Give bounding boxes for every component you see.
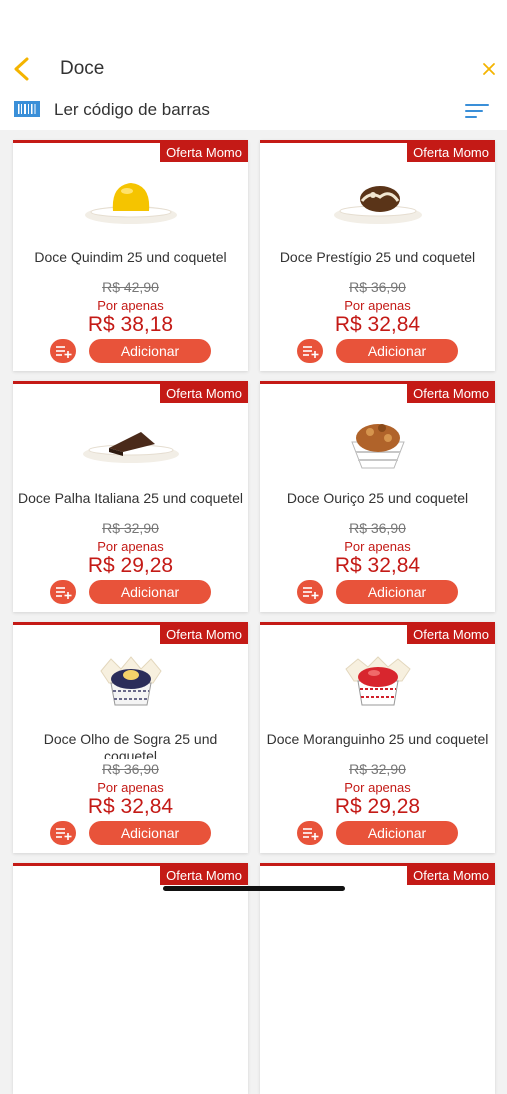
offer-badge: Oferta Momo <box>407 384 495 403</box>
product-price: R$ 32,84 <box>334 313 421 336</box>
add-button[interactable]: Adicionar <box>89 339 211 363</box>
add-to-list-button[interactable] <box>50 339 76 363</box>
offer-badge: Oferta Momo <box>160 625 248 644</box>
old-price: R$ 36,90 <box>349 279 406 295</box>
product-price: R$ 32,84 <box>87 795 174 818</box>
close-icon <box>483 63 495 75</box>
offer-badge: Oferta Momo <box>407 143 495 162</box>
product-card[interactable]: Oferta Momo <box>13 863 248 1094</box>
product-card[interactable]: Oferta Momo Doce Palha Italiana 25 und c… <box>13 381 248 612</box>
product-image <box>318 412 438 472</box>
product-price: R$ 32,84 <box>334 554 421 577</box>
product-name: Doce Ouriço 25 und coquetel <box>286 490 469 506</box>
add-button[interactable]: Adicionar <box>89 580 211 604</box>
promo-label: Por apenas <box>344 298 411 313</box>
old-price: R$ 32,90 <box>349 761 406 777</box>
product-price: R$ 29,28 <box>87 554 174 577</box>
add-to-list-button[interactable] <box>297 580 323 604</box>
old-price: R$ 42,90 <box>102 279 159 295</box>
barcode-scan-button[interactable]: Ler código de barras <box>14 96 254 124</box>
product-price: R$ 38,18 <box>87 313 174 336</box>
offer-badge: Oferta Momo <box>407 625 495 644</box>
promo-label: Por apenas <box>344 780 411 795</box>
chevron-left-icon <box>14 57 29 81</box>
playlist-add-icon <box>56 828 72 840</box>
product-card[interactable]: Oferta Momo <box>260 863 495 1094</box>
product-name: Doce Moranguinho 25 und coquetel <box>266 731 489 747</box>
product-image <box>318 171 438 231</box>
barcode-label: Ler código de barras <box>54 100 210 119</box>
offer-badge: Oferta Momo <box>160 143 248 162</box>
add-to-list-button[interactable] <box>297 821 323 845</box>
barcode-icon <box>14 101 40 117</box>
offer-badge: Oferta Momo <box>160 384 248 403</box>
clear-search-button[interactable] <box>477 57 501 81</box>
product-name: Doce Prestígio 25 und coquetel <box>279 249 476 265</box>
top-bar: Doce Ler código de barras <box>0 0 507 130</box>
product-name: Doce Palha Italiana 25 und coquetel <box>18 490 243 506</box>
product-image <box>71 653 191 713</box>
product-image <box>71 894 191 954</box>
product-card[interactable]: Oferta Momo Doce Moranguinho 25 und coqu… <box>260 622 495 853</box>
playlist-add-icon <box>303 587 319 599</box>
sort-icon <box>465 104 489 118</box>
add-button[interactable]: Adicionar <box>336 580 458 604</box>
product-card[interactable]: Oferta Momo Doce Quindim 25 und coquetel… <box>13 140 248 371</box>
promo-label: Por apenas <box>97 539 164 554</box>
playlist-add-icon <box>303 346 319 358</box>
product-name: Doce Quindim 25 und coquetel <box>34 249 227 265</box>
old-price: R$ 32,90 <box>102 520 159 536</box>
offer-badge: Oferta Momo <box>407 866 495 885</box>
home-indicator <box>163 886 345 891</box>
product-image <box>71 171 191 231</box>
product-image <box>71 412 191 472</box>
product-name: Doce Olho de Sogra 25 und coquetel <box>43 731 218 759</box>
add-to-list-button[interactable] <box>50 580 76 604</box>
product-card[interactable]: Oferta Momo Doce Prestígio 25 und coquet… <box>260 140 495 371</box>
add-button[interactable]: Adicionar <box>336 821 458 845</box>
add-to-list-button[interactable] <box>297 339 323 363</box>
add-to-list-button[interactable] <box>50 821 76 845</box>
product-card[interactable]: Oferta Momo Doce Olho de Sogra 25 und co… <box>13 622 248 853</box>
offer-badge: Oferta Momo <box>160 866 248 885</box>
product-price: R$ 29,28 <box>334 795 421 818</box>
product-card[interactable]: Oferta Momo Doce Ouriço 25 und coquetel … <box>260 381 495 612</box>
playlist-add-icon <box>303 828 319 840</box>
product-image <box>318 894 438 954</box>
add-button[interactable]: Adicionar <box>336 339 458 363</box>
sort-filter-button[interactable] <box>464 100 490 122</box>
old-price: R$ 36,90 <box>349 520 406 536</box>
playlist-add-icon <box>56 346 72 358</box>
back-button[interactable] <box>8 54 38 84</box>
product-image <box>318 653 438 713</box>
add-button[interactable]: Adicionar <box>89 821 211 845</box>
promo-label: Por apenas <box>97 298 164 313</box>
playlist-add-icon <box>56 587 72 599</box>
promo-label: Por apenas <box>344 539 411 554</box>
promo-label: Por apenas <box>97 780 164 795</box>
old-price: R$ 36,90 <box>102 761 159 777</box>
search-input[interactable]: Doce <box>60 58 104 80</box>
